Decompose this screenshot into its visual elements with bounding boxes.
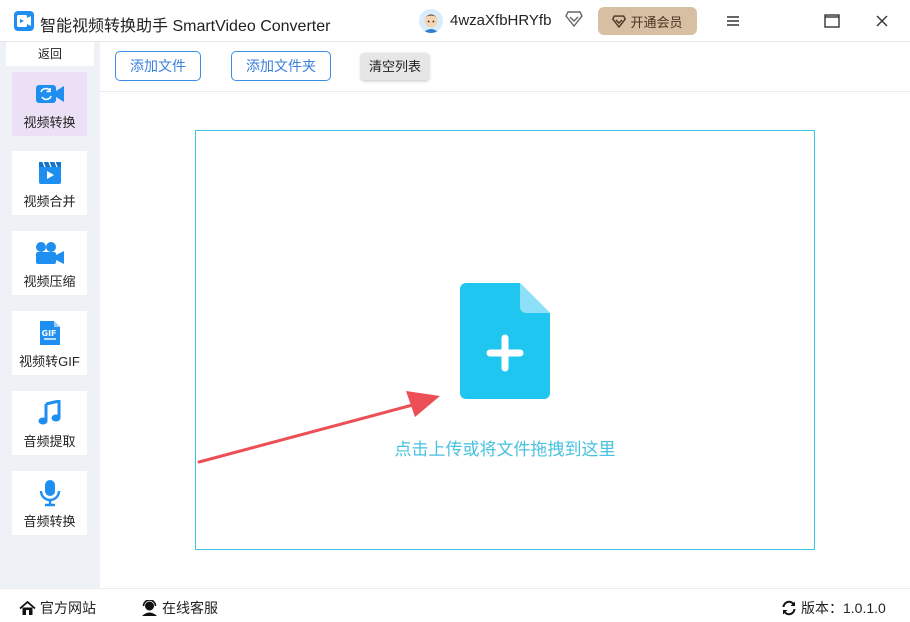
gif-icon: GIF xyxy=(34,319,66,347)
customer-service-icon xyxy=(142,600,157,616)
sidebar-item-label: 视频压缩 xyxy=(23,274,76,289)
website-label: 官方网站 xyxy=(40,600,96,616)
sidebar-item-video-gif[interactable]: GIF 视频转GIF xyxy=(12,311,87,375)
svg-text:GIF: GIF xyxy=(41,329,56,338)
status-bar: 官方网站 在线客服 版本：1.0.1.0 xyxy=(0,588,910,622)
sidebar-item-label: 视频转GIF xyxy=(19,354,80,369)
back-button[interactable]: 返回 xyxy=(6,42,94,66)
file-drop-zone[interactable]: 点击上传或将文件拖拽到这里 xyxy=(195,130,815,550)
drop-hint-text: 点击上传或将文件拖拽到这里 xyxy=(394,440,616,459)
refresh-icon xyxy=(782,600,796,616)
avatar[interactable] xyxy=(419,9,443,33)
vip-button[interactable]: 开通会员 xyxy=(598,7,697,35)
sidebar: 返回 视频转换 视频合并 视频压缩 GIF 视频转GIF 音频提取 音频转换 xyxy=(0,42,100,588)
video-convert-icon xyxy=(34,80,66,108)
toolbar: 添加文件 添加文件夹 清空列表 xyxy=(100,42,910,92)
version-info[interactable]: 版本：1.0.1.0 xyxy=(781,598,886,618)
menu-icon[interactable] xyxy=(723,11,743,31)
main-area: 点击上传或将文件拖拽到这里 xyxy=(100,92,910,588)
add-file-button[interactable]: 添加文件 xyxy=(115,51,201,81)
vip-diamond-icon xyxy=(612,14,627,28)
sidebar-item-audio-convert[interactable]: 音频转换 xyxy=(12,471,87,535)
sidebar-item-label: 视频合并 xyxy=(23,194,76,209)
microphone-icon xyxy=(34,479,66,507)
file-add-icon[interactable] xyxy=(460,283,550,404)
sidebar-item-label: 音频转换 xyxy=(23,514,76,529)
add-folder-button[interactable]: 添加文件夹 xyxy=(231,51,331,81)
diamond-icon[interactable] xyxy=(565,11,583,32)
sidebar-item-video-merge[interactable]: 视频合并 xyxy=(12,151,87,215)
username[interactable]: 4wzaXfbHRYfb xyxy=(450,12,551,29)
video-compress-icon xyxy=(34,239,66,267)
sidebar-item-video-compress[interactable]: 视频压缩 xyxy=(12,231,87,295)
online-service-link[interactable]: 在线客服 xyxy=(141,598,218,618)
sidebar-item-video-convert[interactable]: 视频转换 xyxy=(12,72,87,136)
version-label: 版本：1.0.1.0 xyxy=(801,600,886,616)
sidebar-item-label: 音频提取 xyxy=(23,434,76,449)
app-window: 智能视频转换助手 SmartVideo Converter 4wzaXfbHRY… xyxy=(0,0,910,622)
close-icon[interactable] xyxy=(872,11,892,31)
sidebar-item-audio-extract[interactable]: 音频提取 xyxy=(12,391,87,455)
video-merge-icon xyxy=(34,159,66,187)
sidebar-item-label: 视频转换 xyxy=(23,115,76,130)
official-website-link[interactable]: 官方网站 xyxy=(19,598,96,618)
title-bar: 智能视频转换助手 SmartVideo Converter 4wzaXfbHRY… xyxy=(0,0,910,42)
vip-label: 开通会员 xyxy=(630,14,683,30)
home-icon xyxy=(19,600,36,615)
service-label: 在线客服 xyxy=(162,600,218,616)
clear-list-button[interactable]: 清空列表 xyxy=(361,53,429,80)
app-logo-icon xyxy=(14,11,34,31)
music-note-icon xyxy=(34,399,66,427)
app-title: 智能视频转换助手 SmartVideo Converter xyxy=(40,18,331,35)
arrow-annotation xyxy=(197,391,440,464)
maximize-icon[interactable] xyxy=(822,11,842,31)
